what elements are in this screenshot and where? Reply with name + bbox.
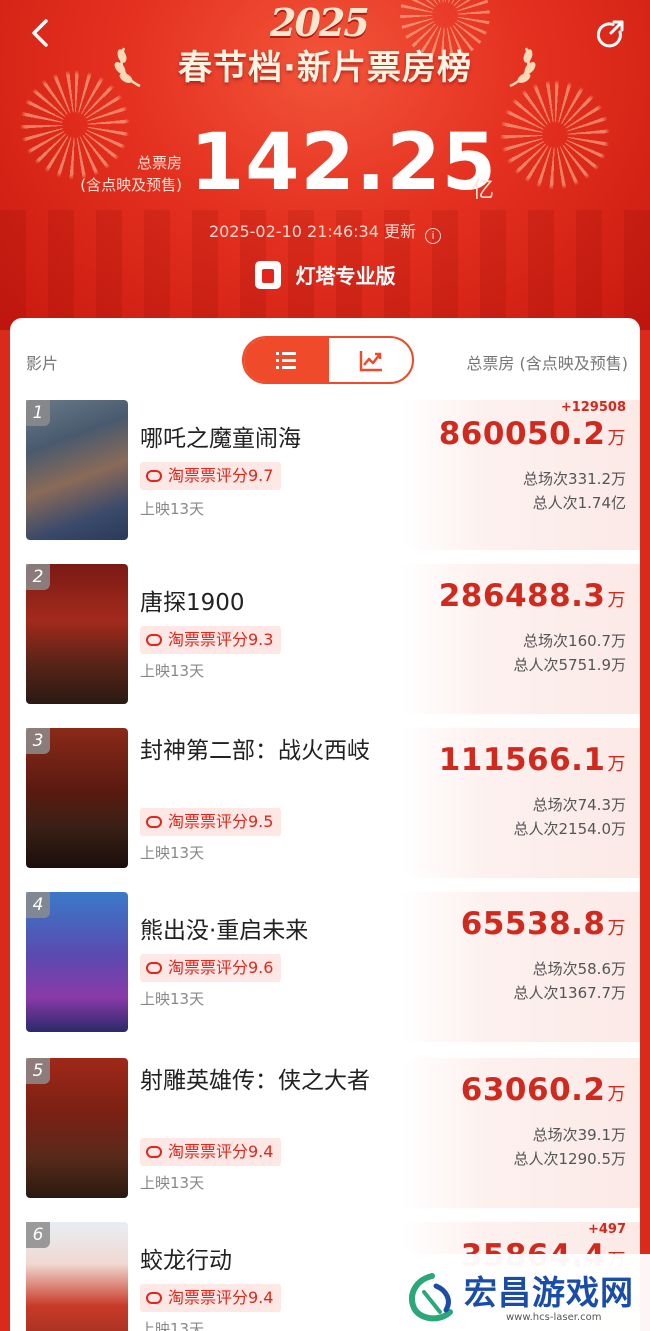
film-title[interactable]: 哪吒之魔童闹海 — [140, 422, 380, 456]
box-office-number: 860050.2 — [438, 416, 606, 452]
total-shows: 总场次39.1万 — [532, 1126, 626, 1144]
total-label-main: 总票房 — [136, 154, 182, 172]
view-toggle — [242, 336, 414, 384]
rank-badge: 4 — [26, 892, 50, 918]
rating-text: 淘票票评分9.6 — [168, 958, 274, 977]
total-label-note: (含点映及预售) — [80, 176, 182, 194]
film-row[interactable]: 3 封神第二部：战火西岐 淘票票评分9.5 上映13天 111566.1 万 总场… — [10, 728, 640, 878]
site-watermark: 宏昌游戏网 www.hcs-laser.com — [398, 1254, 650, 1331]
total-admissions: 总人次1.74亿 — [532, 494, 626, 512]
box-office-value: 65538.8 万 — [461, 906, 626, 942]
total-box-office-label: 总票房 (含点映及预售) — [70, 152, 182, 196]
total-box-office-value: 142.25 — [190, 118, 497, 208]
film-title[interactable]: 射雕英雄传：侠之大者 — [140, 1064, 380, 1098]
box-office-number: 63060.2 — [460, 1072, 606, 1108]
box-office-value: 286488.3 万 — [439, 578, 626, 614]
taopiaopiao-logo-icon — [146, 1292, 162, 1304]
lighthouse-logo-icon — [254, 261, 281, 289]
page-title: 春节档·新片票房榜 — [178, 48, 472, 88]
rating-badge: 淘票票评分9.7 — [140, 462, 282, 490]
box-office-value: 63060.2 万 — [461, 1072, 626, 1108]
rank-badge: 1 — [26, 400, 50, 426]
days-released: 上映13天 — [140, 500, 205, 518]
rating-badge: 淘票票评分9.4 — [140, 1284, 282, 1312]
rating-text: 淘票票评分9.7 — [168, 466, 274, 485]
box-office-number: 65538.8 — [460, 906, 606, 942]
trend-view-button[interactable] — [329, 338, 412, 382]
total-shows: 总场次74.3万 — [532, 796, 626, 814]
brand-row: 灯塔专业版 — [0, 260, 650, 289]
list-icon — [276, 352, 296, 369]
box-office-unit: 万 — [607, 918, 626, 939]
year-logo: 2025 — [270, 0, 370, 45]
rating-badge: 淘票票评分9.3 — [140, 626, 282, 654]
total-column-header: 总票房 (含点映及预售) — [466, 354, 628, 373]
rank-badge: 5 — [26, 1058, 50, 1084]
rating-badge: 淘票票评分9.4 — [140, 1138, 282, 1166]
film-title[interactable]: 蛟龙行动 — [140, 1244, 380, 1278]
rating-badge: 淘票票评分9.6 — [140, 954, 282, 982]
update-time-row: 2025-02-10 21:46:34 更新 i — [0, 218, 650, 244]
taopiaopiao-logo-icon — [146, 962, 162, 974]
header-banner: 2025 春节档·新片票房榜 总票房 (含点映及预售) 142.25 亿 202… — [0, 0, 650, 330]
days-released: 上映13天 — [140, 662, 205, 680]
info-icon[interactable]: i — [425, 228, 442, 244]
box-office-unit: 万 — [607, 590, 626, 611]
update-time: 2025-02-10 21:46:34 更新 — [208, 222, 416, 241]
days-released: 上映13天 — [140, 1320, 205, 1331]
days-released: 上映13天 — [140, 1174, 205, 1192]
film-row[interactable]: 4 熊出没·重启未来 淘票票评分9.6 上映13天 65538.8 万 总场次58… — [10, 892, 640, 1042]
firework-decoration — [500, 80, 610, 190]
rating-text: 淘票票评分9.5 — [168, 812, 274, 831]
total-shows: 总场次160.7万 — [523, 632, 626, 650]
box-office-unit: 万 — [607, 1084, 626, 1105]
box-office-number: 286488.3 — [438, 578, 606, 614]
rank-badge: 6 — [26, 1222, 50, 1248]
title-row: 春节档·新片票房榜 — [0, 40, 650, 89]
film-row[interactable]: 1 哪吒之魔童闹海 淘票票评分9.7 上映13天 +129508 860050.… — [10, 400, 640, 550]
trend-chart-icon — [359, 351, 382, 372]
taopiaopiao-logo-icon — [146, 634, 162, 646]
film-column-header: 影片 — [26, 354, 59, 373]
box-office-increase: +129508 — [560, 400, 626, 415]
taopiaopiao-logo-icon — [146, 1146, 162, 1158]
box-office-unit: 万 — [607, 428, 626, 449]
total-admissions: 总人次1367.7万 — [513, 984, 627, 1002]
film-title[interactable]: 熊出没·重启未来 — [140, 914, 380, 948]
days-released: 上映13天 — [140, 990, 205, 1008]
total-box-office-unit: 亿 — [472, 178, 495, 203]
total-shows: 总场次331.2万 — [523, 470, 626, 488]
film-row[interactable]: 2 唐探1900 淘票票评分9.3 上映13天 286488.3 万 总场次160… — [10, 564, 640, 714]
rank-badge: 3 — [26, 728, 50, 754]
total-admissions: 总人次2154.0万 — [513, 820, 627, 838]
ranking-card: 影片 总票房 (含点映及预售) 1 哪吒之魔童闹海 淘票票评分9.7 上映13天… — [10, 318, 640, 1331]
rating-text: 淘票票评分9.4 — [168, 1142, 274, 1161]
rating-text: 淘票票评分9.3 — [168, 630, 274, 649]
box-office-value: 111566.1 万 — [439, 742, 626, 778]
total-shows: 总场次58.6万 — [532, 960, 626, 978]
taopiaopiao-logo-icon — [146, 816, 162, 828]
film-title[interactable]: 唐探1900 — [140, 586, 380, 620]
watermark-text: 宏昌游戏网 — [464, 1273, 634, 1312]
film-title[interactable]: 封神第二部：战火西岐 — [140, 734, 380, 768]
rank-badge: 2 — [26, 564, 50, 590]
list-view-button[interactable] — [244, 338, 329, 382]
box-office-number: 111566.1 — [438, 742, 606, 778]
box-office-value: 860050.2 万 — [439, 416, 626, 452]
total-admissions: 总人次5751.9万 — [513, 656, 627, 674]
rating-text: 淘票票评分9.4 — [168, 1288, 274, 1307]
total-admissions: 总人次1290.5万 — [513, 1150, 627, 1168]
film-row[interactable]: 5 射雕英雄传：侠之大者 淘票票评分9.4 上映13天 63060.2 万 总场次… — [10, 1058, 640, 1208]
watermark-logo-icon — [409, 1273, 453, 1322]
taopiaopiao-logo-icon — [146, 470, 162, 482]
watermark-url: www.hcs-laser.com — [506, 1312, 602, 1323]
box-office-increase: +497 — [587, 1222, 626, 1237]
days-released: 上映13天 — [140, 844, 205, 862]
box-office-unit: 万 — [607, 754, 626, 775]
brand-name: 灯塔专业版 — [295, 264, 396, 288]
rating-badge: 淘票票评分9.5 — [140, 808, 282, 836]
